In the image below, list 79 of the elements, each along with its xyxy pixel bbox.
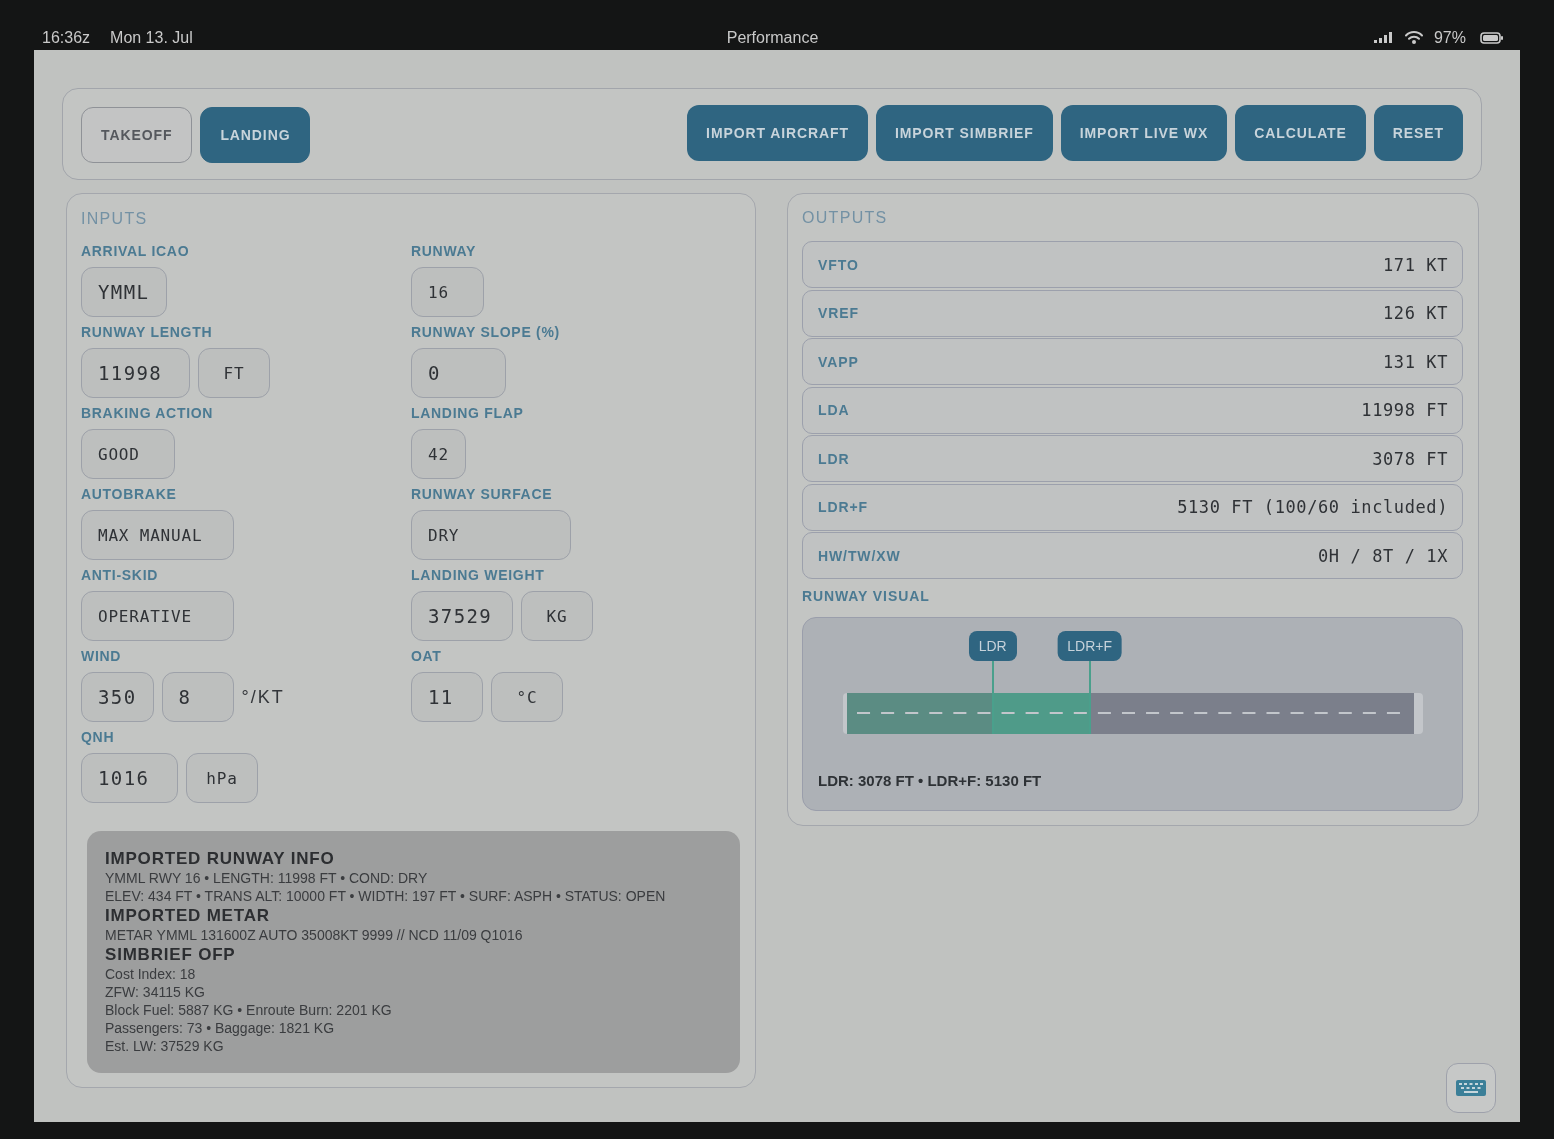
- field-label: LANDING WEIGHT: [411, 566, 546, 584]
- action-button[interactable]: IMPORT SIMBRIEF: [875, 105, 1053, 161]
- output-value: 126 KT: [1383, 303, 1448, 323]
- info-line: METAR YMML 131600Z AUTO 35008KT 9999 // NCD 11/09 Q1016: [105, 926, 524, 944]
- output-label: LDR+F: [818, 499, 868, 515]
- output-value: 131 KT: [1383, 351, 1448, 372]
- field-label: RUNWAY LENGTH: [81, 323, 214, 341]
- signal-icon: [1373, 32, 1394, 43]
- output-value: 11998 FT: [1361, 400, 1448, 420]
- field-label: RUNWAY: [411, 242, 478, 260]
- unit-label: °/KT: [241, 686, 285, 708]
- section-heading: IMPORTED METAR: [105, 905, 271, 926]
- battery-percent: 97%: [1433, 27, 1466, 48]
- field-label: RUNWAY SURFACE: [411, 485, 554, 503]
- field-label: ANTI-SKID: [81, 566, 160, 584]
- info-line: ZFW: 34115 KG: [105, 983, 206, 1001]
- unit-field[interactable]: °C: [491, 672, 563, 722]
- mode-tab[interactable]: LANDING: [200, 107, 311, 163]
- info-line: Block Fuel: 5887 KG • Enroute Burn: 2201 KG: [105, 1001, 393, 1019]
- section-heading: SIMBRIEF OFP: [105, 944, 237, 965]
- unit-field[interactable]: FT: [198, 348, 270, 398]
- marker-tag: LDR+F: [1057, 631, 1123, 661]
- output-value: 5130 FT (100/60 included): [1177, 497, 1448, 517]
- wifi-icon: [1404, 31, 1423, 44]
- field-label: LANDING FLAP: [411, 404, 525, 422]
- unit-field[interactable]: hPa: [186, 753, 258, 803]
- output-value: 3078 FT: [1372, 448, 1448, 469]
- info-line: Est. LW: 37529 KG: [105, 1037, 225, 1055]
- output-label: VAPP: [818, 353, 859, 370]
- output-label: LDR: [818, 450, 850, 467]
- action-button[interactable]: IMPORT AIRCRAFT: [687, 105, 868, 161]
- output-label: HW/TW/XW: [818, 547, 901, 564]
- info-line: YMML RWY 16 • LENGTH: 11998 FT • COND: DRY: [105, 869, 429, 887]
- info-line: ELEV: 434 FT • TRANS ALT: 10000 FT • WIDTH: 197 FT • SURF: ASPH • STATUS: OPEN: [105, 887, 667, 905]
- unit-field[interactable]: KG: [521, 591, 593, 641]
- section-label: RUNWAY VISUAL: [802, 587, 931, 605]
- output-value: 0H / 8T / 1X: [1317, 545, 1448, 566]
- dropdown-field[interactable]: OPERATIVE: [81, 591, 234, 641]
- runway-caption: LDR: 3078 FT • LDR+F: 5130 FT: [818, 772, 1043, 790]
- keyboard-button[interactable]: [1446, 1063, 1496, 1113]
- keyboard-icon: [1456, 1080, 1486, 1096]
- field-label: ARRIVAL ICAO: [81, 242, 191, 260]
- output-label: VFTO: [818, 256, 859, 273]
- input-field[interactable]: 0: [411, 348, 506, 398]
- input-field[interactable]: 37529: [411, 591, 513, 641]
- battery-icon: [1480, 31, 1503, 44]
- field-label: OAT: [411, 647, 443, 665]
- output-value: 171 KT: [1383, 254, 1448, 275]
- action-button[interactable]: RESET: [1373, 105, 1463, 161]
- field-label: QNH: [81, 728, 116, 746]
- input-field[interactable]: 11: [411, 672, 483, 722]
- panel-title: OUTPUTS: [802, 208, 889, 228]
- mode-tab[interactable]: TAKEOFF: [81, 107, 193, 163]
- input-field[interactable]: YMML: [81, 267, 167, 317]
- action-button[interactable]: CALCULATE: [1235, 105, 1366, 161]
- screen-title: Performance: [726, 27, 819, 48]
- dropdown-field[interactable]: 16: [411, 267, 484, 317]
- dropdown-field[interactable]: GOOD: [81, 429, 175, 479]
- dropdown-field[interactable]: MAX MANUAL: [81, 510, 234, 560]
- dropdown-field[interactable]: DRY: [411, 510, 571, 560]
- info-line: Cost Index: 18: [105, 965, 197, 983]
- info-line: Passengers: 73 • Baggage: 1821 KG: [105, 1019, 336, 1037]
- section-heading: IMPORTED RUNWAY INFO: [105, 848, 336, 869]
- panel-title: INPUTS: [81, 209, 149, 229]
- field-label: AUTOBRAKE: [81, 485, 178, 503]
- action-button[interactable]: IMPORT LIVE WX: [1060, 105, 1228, 161]
- output-label: VREF: [818, 305, 859, 321]
- status-date: Mon 13. Jul: [110, 27, 193, 48]
- field-label: RUNWAY SLOPE (%): [411, 323, 561, 341]
- input-field[interactable]: 11998: [81, 348, 190, 398]
- input-field[interactable]: 350: [81, 672, 154, 722]
- input-field[interactable]: 8: [161, 672, 234, 722]
- marker-tag: LDR: [968, 631, 1017, 661]
- field-label: WIND: [81, 647, 123, 665]
- dropdown-field[interactable]: 42: [411, 429, 466, 479]
- field-label: BRAKING ACTION: [81, 404, 215, 422]
- status-time: 16:36z: [42, 27, 91, 48]
- input-field[interactable]: 1016: [81, 753, 178, 803]
- output-label: LDA: [818, 402, 850, 418]
